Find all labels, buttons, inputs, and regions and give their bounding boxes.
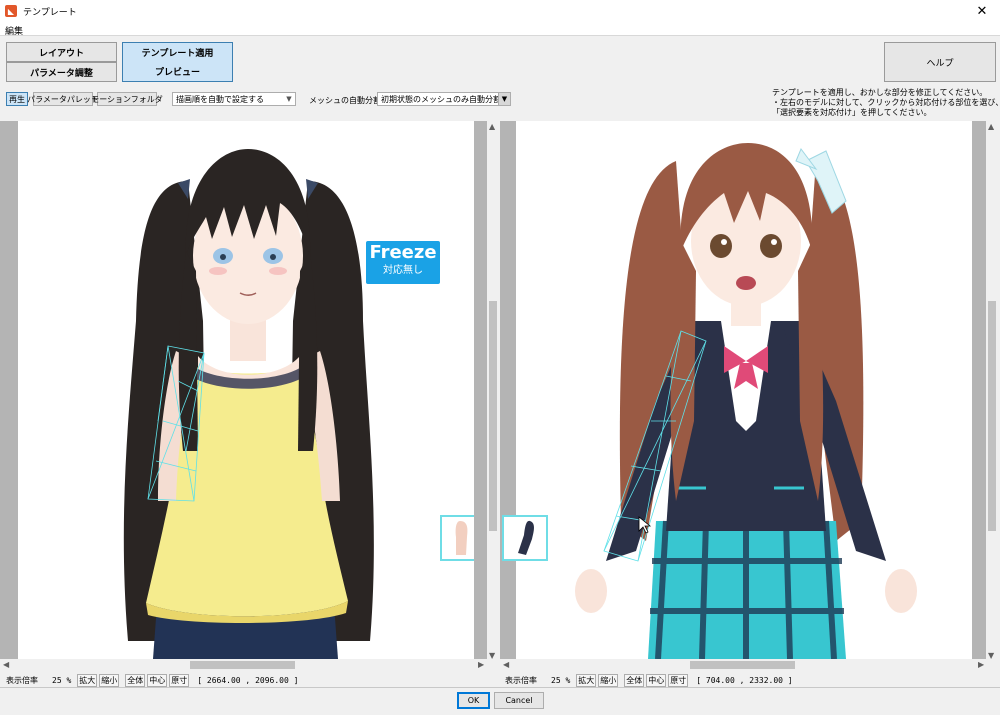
param-adjust-button[interactable]: パラメータ調整 xyxy=(6,62,117,82)
help-line-1: テンプレートを適用し、おかしな部分を修正してください。 xyxy=(772,88,988,97)
left-status-bar: 表示倍率 25 % 拡大 縮小 全体 中心 原寸 [ 2664.00 , 209… xyxy=(6,673,298,687)
zoom-out-button[interactable]: 縮小 xyxy=(99,673,120,687)
fit-button[interactable]: 全体 xyxy=(125,673,146,687)
layout-button[interactable]: レイアウト xyxy=(6,42,117,62)
ok-button[interactable]: OK xyxy=(457,692,490,709)
center-button[interactable]: 中心 xyxy=(147,673,168,687)
freeze-subtitle: 対応無し xyxy=(383,265,423,276)
help-button[interactable]: ヘルプ xyxy=(884,42,996,82)
right-horizontal-scrollbar[interactable]: ◀ ▶ xyxy=(500,659,1000,671)
title-bar: ◣ テンプレート ✕ xyxy=(0,0,1000,22)
left-inner-gutter xyxy=(474,121,487,661)
help-line-3: 「選択要素を対応付け」を押してください。 xyxy=(772,108,932,117)
help-line-2: ・左右のモデルに対して、クリックから対応付ける部位を選び、 xyxy=(772,98,1000,107)
scroll-right-icon[interactable]: ▶ xyxy=(478,660,484,669)
zoom-value: 25 % xyxy=(551,675,571,685)
mesh-split-select[interactable]: 初期状態のメッシュのみ自動分割 ▼ xyxy=(377,92,511,106)
window-title: テンプレート xyxy=(23,7,77,18)
menu-edit[interactable]: 編集 xyxy=(5,24,23,37)
right-part-thumbnail[interactable] xyxy=(502,515,548,561)
left-hscroll-thumb[interactable] xyxy=(190,661,295,669)
right-character-canvas xyxy=(575,143,917,659)
apply-template-button[interactable]: テンプレート適用 xyxy=(122,42,233,62)
mesh-split-label: メッシュの自動分割 xyxy=(309,96,381,105)
menu-bar: 編集 xyxy=(0,22,1000,37)
left-vertical-scrollbar[interactable]: ▲ ▼ xyxy=(487,121,499,661)
cursor-coords: [ 704.00 , 2332.00 ] xyxy=(696,675,793,685)
left-character-canvas xyxy=(123,149,374,659)
right-inner-gutter xyxy=(972,121,986,661)
original-size-button[interactable]: 原寸 xyxy=(169,673,190,687)
close-button[interactable]: ✕ xyxy=(964,0,1000,22)
preview-button[interactable]: プレビュー xyxy=(122,62,233,82)
sleeve-part-icon xyxy=(518,520,534,555)
freeze-badge: Freeze 対応無し xyxy=(366,241,440,284)
draw-order-select[interactable]: 描画順を自動で設定する ▼ xyxy=(172,92,296,106)
left-gutter xyxy=(0,121,18,661)
right-vertical-scrollbar[interactable]: ▲ ▼ xyxy=(986,121,998,661)
scroll-up-icon[interactable]: ▲ xyxy=(489,122,495,131)
draw-order-value: 描画順を自動で設定する xyxy=(176,94,264,104)
play-button[interactable]: 再生 xyxy=(6,92,28,106)
right-gutter xyxy=(500,121,516,661)
scroll-left-icon[interactable]: ◀ xyxy=(3,660,9,669)
right-vscroll-thumb[interactable] xyxy=(988,301,996,531)
freeze-title: Freeze xyxy=(369,242,437,263)
left-horizontal-scrollbar[interactable]: ◀ ▶ xyxy=(0,659,500,671)
zoom-out-button[interactable]: 縮小 xyxy=(598,673,619,687)
arm-part-icon xyxy=(455,521,468,555)
motion-folder-button[interactable]: モーションフォルダ xyxy=(91,92,163,106)
left-part-thumbnail[interactable] xyxy=(440,515,474,561)
chevron-down-icon: ▼ xyxy=(498,93,510,105)
app-icon: ◣ xyxy=(5,5,17,17)
help-instructions: テンプレートを適用し、おかしな部分を修正してください。 ・左右のモデルに対して、… xyxy=(772,88,1000,118)
scroll-right-icon[interactable]: ▶ xyxy=(978,660,984,669)
zoom-label: 表示倍率 xyxy=(505,675,537,685)
fit-button[interactable]: 全体 xyxy=(624,673,645,687)
cursor-coords: [ 2664.00 , 2096.00 ] xyxy=(197,675,299,685)
mesh-split-value: 初期状態のメッシュのみ自動分割 xyxy=(381,94,501,104)
right-status-bar: 表示倍率 25 % 拡大 縮小 全体 中心 原寸 [ 704.00 , 2332… xyxy=(505,673,793,687)
left-vscroll-thumb[interactable] xyxy=(489,301,497,531)
scroll-left-icon[interactable]: ◀ xyxy=(503,660,509,669)
zoom-value: 25 % xyxy=(52,675,72,685)
right-hscroll-thumb[interactable] xyxy=(690,661,795,669)
cancel-button[interactable]: Cancel xyxy=(494,692,544,709)
chevron-down-icon: ▼ xyxy=(286,95,292,103)
zoom-in-button[interactable]: 拡大 xyxy=(77,673,98,687)
zoom-label: 表示倍率 xyxy=(6,675,38,685)
param-palette-button[interactable]: パラメータパレット xyxy=(27,92,99,106)
scroll-up-icon[interactable]: ▲ xyxy=(988,122,994,131)
center-button[interactable]: 中心 xyxy=(646,673,667,687)
right-model-viewport[interactable] xyxy=(516,121,972,659)
left-model-viewport[interactable]: Freeze 対応無し xyxy=(18,121,474,659)
zoom-in-button[interactable]: 拡大 xyxy=(576,673,597,687)
original-size-button[interactable]: 原寸 xyxy=(668,673,689,687)
footer-divider xyxy=(0,687,1000,688)
